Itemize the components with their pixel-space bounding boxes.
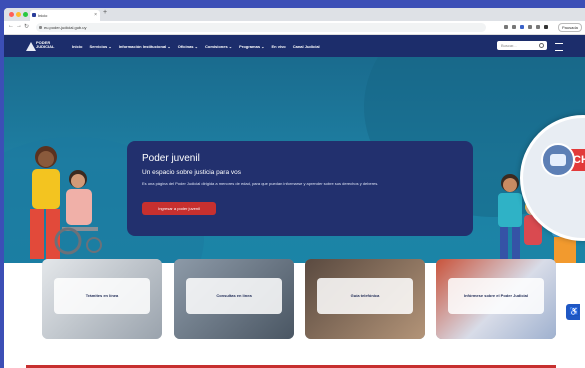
tab-title: Inicio bbox=[38, 13, 48, 18]
extension-icon[interactable] bbox=[528, 25, 532, 29]
extension-icon[interactable] bbox=[512, 25, 516, 29]
extension-icon[interactable] bbox=[536, 25, 540, 29]
illustration-people-left bbox=[30, 146, 102, 259]
browser-window: Inicio × + ← → ↻ eu.poder-judicial.gub.u… bbox=[4, 8, 585, 368]
main-menu: Inicio Servicios ⌄ Información Instituci… bbox=[72, 35, 320, 57]
menu-item-inicio[interactable]: Inicio bbox=[72, 44, 82, 49]
extension-icon[interactable] bbox=[504, 25, 508, 29]
chat-label: CHA bbox=[573, 154, 585, 166]
banner-description: Es una página del Poder Judicial dirigid… bbox=[142, 181, 379, 186]
reload-icon[interactable]: ↻ bbox=[24, 23, 29, 30]
hamburger-menu-icon[interactable] bbox=[555, 43, 563, 51]
accessibility-icon: ♿ bbox=[569, 307, 579, 316]
hero-section: Poder juvenil Un espacio sobre justicia … bbox=[4, 57, 585, 287]
tab-bar: Inicio × + bbox=[4, 8, 585, 21]
favicon-icon bbox=[32, 13, 36, 17]
url-text: eu.poder-judicial.gub.uy bbox=[44, 25, 87, 30]
menu-item-informacion-institucional[interactable]: Información Institucional ⌄ bbox=[119, 44, 171, 49]
new-tab-button[interactable]: + bbox=[103, 9, 107, 16]
site-navbar: PODER JUDICIAL Inicio Servicios ⌄ Inform… bbox=[4, 35, 585, 57]
card-tramites[interactable]: Trámites en línea bbox=[42, 259, 162, 339]
menu-item-en-vivo[interactable]: En vivo bbox=[272, 44, 286, 49]
address-toolbar: ← → ↻ eu.poder-judicial.gub.uy Pausada bbox=[4, 21, 585, 35]
extension-icon[interactable] bbox=[544, 25, 548, 29]
search-icon[interactable] bbox=[539, 43, 544, 48]
banner-title: Poder juvenil bbox=[142, 153, 200, 164]
minimize-window-icon[interactable] bbox=[16, 12, 21, 17]
site-logo[interactable]: PODER JUDICIAL bbox=[26, 40, 60, 52]
forward-icon[interactable]: → bbox=[16, 23, 22, 29]
ingresar-poder-juvenil-button[interactable]: Ingresar a poder juvenil bbox=[142, 202, 216, 215]
menu-item-programas[interactable]: Programas ⌄ bbox=[239, 44, 264, 49]
card-label: Guía telefónica bbox=[317, 278, 413, 314]
close-window-icon[interactable] bbox=[9, 12, 14, 17]
logo-text: PODER JUDICIAL bbox=[36, 40, 55, 49]
back-icon[interactable]: ← bbox=[8, 23, 14, 29]
poder-juvenil-banner: Poder juvenil Un espacio sobre justicia … bbox=[127, 141, 473, 236]
menu-item-canal-judicial[interactable]: Canal Judicial bbox=[293, 44, 320, 49]
search-placeholder: Buscar... bbox=[501, 43, 517, 48]
extension-icon[interactable] bbox=[520, 25, 524, 29]
address-bar[interactable]: eu.poder-judicial.gub.uy bbox=[36, 23, 486, 32]
close-tab-icon[interactable]: × bbox=[94, 10, 97, 21]
menu-item-oficinas[interactable]: Oficinas ⌄ bbox=[178, 44, 198, 49]
quick-access-cards: Trámites en línea Consultas en línea Guí… bbox=[4, 259, 585, 339]
menu-item-servicios[interactable]: Servicios ⌄ bbox=[89, 44, 111, 49]
card-informese[interactable]: Infórmese sobre el Poder Judicial bbox=[436, 259, 556, 339]
menu-item-comisiones[interactable]: Comisiones ⌄ bbox=[205, 44, 232, 49]
lock-icon bbox=[39, 26, 42, 29]
card-label: Infórmese sobre el Poder Judicial bbox=[448, 278, 544, 314]
profile-button[interactable]: Pausada bbox=[558, 23, 582, 32]
card-consultas[interactable]: Consultas en línea bbox=[174, 259, 294, 339]
logo-mark-icon bbox=[26, 42, 36, 51]
card-label: Consultas en línea bbox=[186, 278, 282, 314]
accessibility-button[interactable]: ♿ bbox=[566, 304, 580, 320]
maximize-window-icon[interactable] bbox=[23, 12, 28, 17]
card-guia-telefonica[interactable]: Guía telefónica bbox=[305, 259, 425, 339]
browser-tab[interactable]: Inicio × bbox=[30, 10, 100, 21]
banner-subtitle: Un espacio sobre justicia para vos bbox=[142, 169, 241, 176]
site-search-input[interactable]: Buscar... bbox=[497, 41, 547, 50]
chatbot-avatar-icon bbox=[541, 143, 575, 177]
card-label: Trámites en línea bbox=[54, 278, 150, 314]
